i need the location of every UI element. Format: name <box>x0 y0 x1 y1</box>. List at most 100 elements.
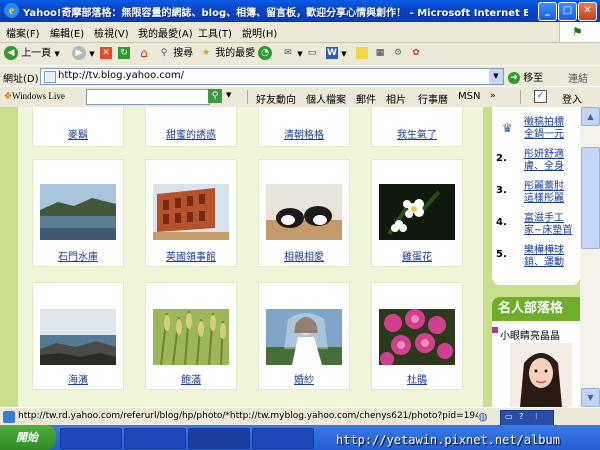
chevron-down-icon[interactable]: ▼ <box>489 69 503 84</box>
ranking-text: 徵稿拍標 <box>524 117 564 128</box>
back-button[interactable]: ◀ 上一頁 ▼ <box>4 45 60 63</box>
help-icon[interactable]: ? <box>519 412 523 421</box>
search-button[interactable]: ⚲ 搜尋 <box>158 45 193 63</box>
reservoir-photo[interactable] <box>40 184 116 240</box>
album-caption[interactable]: 石門水庫 <box>33 248 123 263</box>
watermark: http://yetawin.pixnet.net/album <box>336 433 560 447</box>
album-caption[interactable]: 杜鵑 <box>372 371 462 386</box>
album-item[interactable]: 雞蛋花 <box>371 159 463 267</box>
album-item[interactable]: 海濱 <box>32 282 124 390</box>
album-caption[interactable]: 清朝格格 <box>259 126 349 141</box>
album-caption[interactable]: 我生氣了 <box>372 126 462 141</box>
live-photos[interactable]: 相片 <box>386 91 406 106</box>
taskbar-item[interactable] <box>124 428 186 449</box>
start-button[interactable]: 開始 <box>0 425 56 450</box>
album-item[interactable]: 飽滿 <box>145 282 237 390</box>
checkbox-icon[interactable]: ✓ <box>534 90 547 103</box>
album-item[interactable]: 我生氣了 <box>371 107 463 147</box>
live-profile[interactable]: 個人檔案 <box>306 91 346 106</box>
frangipani-photo[interactable] <box>379 184 455 240</box>
mail-icon: ✉ <box>284 48 292 58</box>
menu-help[interactable]: 說明(H) <box>242 25 277 40</box>
tool-icon: ⚙ <box>393 48 403 58</box>
links-button[interactable]: 連結 <box>568 70 588 85</box>
ranking-link[interactable]: 彤妍舒適 膚、全身 <box>524 149 564 173</box>
taskbar-item[interactable] <box>252 428 314 449</box>
tool-button[interactable]: ⚙ <box>392 45 404 63</box>
print-button[interactable]: ▭ <box>306 45 318 63</box>
chevron-down-icon: ▼ <box>297 50 303 58</box>
close-button[interactable]: ✕ <box>578 2 597 21</box>
scroll-thumb[interactable] <box>581 147 600 249</box>
album-item[interactable]: 甜蜜的誘惑 <box>145 107 237 147</box>
album-item[interactable]: 婚紗 <box>258 282 350 390</box>
bride-photo[interactable] <box>266 309 342 365</box>
refresh-button[interactable]: ↻ <box>118 45 130 63</box>
home-button[interactable]: ⌂ <box>138 45 150 63</box>
live-friends[interactable]: 好友動向 <box>256 91 296 106</box>
celebrity-name[interactable]: 小眼睛亮晶晶 <box>500 327 560 342</box>
ranking-link[interactable]: 富滋手工 家~床墊首 <box>524 213 572 237</box>
chevron-right-icon[interactable]: » <box>490 91 496 101</box>
live-calendar[interactable]: 行事曆 <box>418 91 448 106</box>
favorites-button[interactable]: ★ 我的最愛 <box>200 45 255 63</box>
forward-button[interactable]: ▶ ▼ <box>72 45 95 63</box>
live-msn[interactable]: MSN <box>458 91 480 102</box>
album-caption[interactable]: 飽滿 <box>146 371 236 386</box>
maximize-button[interactable]: □ <box>558 2 577 21</box>
ranking-link[interactable]: 彤麗蕾肘 這樣彤麗 <box>524 181 564 205</box>
translate-button[interactable]: ✿ <box>410 45 422 63</box>
album-caption[interactable]: 麥鬍 <box>33 126 123 141</box>
menu-edit[interactable]: 編輯(E) <box>50 25 84 40</box>
page-icon <box>44 71 56 83</box>
options-icon[interactable]: ⁝ <box>535 412 538 421</box>
vertical-scrollbar[interactable]: ▲ ▼ <box>580 107 600 407</box>
live-search-button[interactable]: ⚲ <box>208 89 222 103</box>
taskbar-item[interactable] <box>60 428 122 449</box>
taskbar-item[interactable] <box>188 428 250 449</box>
album-caption[interactable]: 海濱 <box>33 371 123 386</box>
celebrity-portrait[interactable] <box>510 343 572 407</box>
discuss-button[interactable] <box>356 45 368 63</box>
chevron-down-icon[interactable]: ▼ <box>226 91 231 99</box>
album-item[interactable]: 相親相愛 <box>258 159 350 267</box>
album-item[interactable]: 石門水庫 <box>32 159 124 267</box>
menu-favorites[interactable]: 我的最愛(A) <box>138 25 193 40</box>
rice-photo[interactable] <box>153 309 229 365</box>
scroll-up-icon[interactable]: ▲ <box>581 107 600 126</box>
seaside-photo[interactable] <box>40 309 116 365</box>
history-button[interactable]: ◔ <box>258 45 272 63</box>
album-caption[interactable]: 英國領事館 <box>146 248 236 263</box>
live-search-input[interactable] <box>86 89 210 105</box>
title-bar[interactable]: e Yahoo!奇摩部落格：無限容量的網誌、blog、相簿、留言板，歡迎分享心情… <box>0 0 600 22</box>
messenger-button[interactable]: ▦ <box>374 45 386 63</box>
album-caption[interactable]: 雞蛋花 <box>372 248 462 263</box>
ranking-link[interactable]: 徵稿拍標 全鍋一元 <box>524 117 564 141</box>
dogs-photo[interactable] <box>266 184 342 240</box>
mail-button[interactable]: ✉ ▼ <box>282 45 303 63</box>
album-item[interactable]: 英國領事館 <box>145 159 237 267</box>
ranking-box: ♛ 徵稿拍標 全鍋一元 2. 彤妍舒適 膚、全身 3. 彤麗蕾肘 這樣彤麗 4. 富滋… <box>492 107 580 285</box>
azalea-photo[interactable] <box>379 309 455 365</box>
language-bar[interactable]: ▭ ? ⁝ <box>500 410 554 426</box>
address-input[interactable]: http://tv.blog.yahoo.com/ ▼ <box>40 68 504 85</box>
scroll-down-icon[interactable]: ▼ <box>581 388 600 407</box>
album-item[interactable]: 麥鬍 <box>32 107 124 147</box>
live-mail[interactable]: 郵件 <box>356 91 376 106</box>
brick-building-photo[interactable] <box>153 184 229 240</box>
menu-view[interactable]: 檢視(V) <box>94 25 129 40</box>
keyboard-icon[interactable]: ▭ <box>505 412 513 421</box>
edit-button[interactable]: W ▼ <box>326 45 347 63</box>
menu-file[interactable]: 檔案(F) <box>6 25 40 40</box>
stop-button[interactable]: ✕ <box>100 45 112 63</box>
minimize-button[interactable]: _ <box>538 2 557 21</box>
live-signin[interactable]: 登入 <box>562 91 582 106</box>
album-item[interactable]: 杜鵑 <box>371 282 463 390</box>
go-button[interactable]: ➜ 移至 <box>508 69 543 84</box>
album-item[interactable]: 清朝格格 <box>258 107 350 147</box>
album-caption[interactable]: 婚紗 <box>259 371 349 386</box>
album-caption[interactable]: 甜蜜的誘惑 <box>146 126 236 141</box>
ranking-link[interactable]: 樂樺樺球 銷、運動 <box>524 245 564 269</box>
menu-tools[interactable]: 工具(T) <box>198 25 232 40</box>
album-caption[interactable]: 相親相愛 <box>259 248 349 263</box>
